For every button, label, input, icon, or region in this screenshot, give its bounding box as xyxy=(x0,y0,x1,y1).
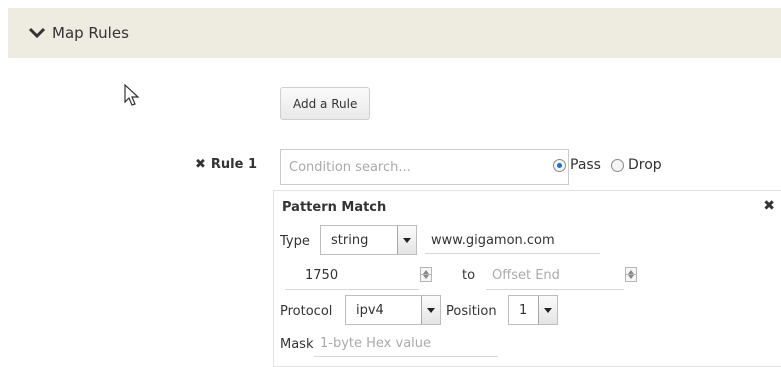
chevron-down-icon xyxy=(538,296,557,324)
to-label: to xyxy=(462,268,476,283)
rule-label: ✖ Rule 1 xyxy=(195,157,257,172)
chevron-down-icon xyxy=(28,27,46,39)
mask-field[interactable]: 1-byte Hex value xyxy=(314,331,498,357)
type-select[interactable]: string xyxy=(320,225,417,255)
section-title: Map Rules xyxy=(52,24,129,42)
type-label: Type xyxy=(280,234,310,249)
drop-radio[interactable] xyxy=(610,158,624,172)
map-rules-header[interactable]: Map Rules xyxy=(8,8,781,58)
position-label: Position xyxy=(446,304,497,319)
offset-end-field[interactable]: Offset End xyxy=(486,262,624,290)
close-icon[interactable]: ✖ xyxy=(763,198,775,214)
offset-start-field[interactable]: 1750 xyxy=(285,262,419,290)
mask-label: Mask xyxy=(280,337,314,352)
remove-rule-icon[interactable]: ✖ xyxy=(195,157,206,172)
pattern-value-field[interactable]: www.gigamon.com xyxy=(425,228,600,254)
drop-label: Drop xyxy=(627,157,662,173)
offset-end-spinner[interactable] xyxy=(625,267,637,282)
pattern-match-title: Pattern Match xyxy=(282,200,387,215)
rule-name: Rule 1 xyxy=(210,157,258,172)
type-select-value: string xyxy=(331,232,369,248)
pass-radio[interactable] xyxy=(553,158,566,172)
condition-search-input[interactable]: Condition search... xyxy=(280,149,569,185)
protocol-select-value: ipv4 xyxy=(356,302,384,318)
pass-label: Pass xyxy=(570,157,601,173)
mouse-cursor-icon xyxy=(124,84,140,106)
pass-option[interactable]: Pass xyxy=(553,157,601,173)
add-rule-button[interactable]: Add a Rule xyxy=(280,87,371,120)
rule-action-radios: Pass Drop xyxy=(553,157,672,173)
position-select-value: 1 xyxy=(519,302,528,318)
chevron-down-icon xyxy=(421,296,440,324)
protocol-select[interactable]: ipv4 xyxy=(345,295,441,325)
position-select[interactable]: 1 xyxy=(508,295,558,325)
offset-start-spinner[interactable] xyxy=(420,267,432,282)
protocol-label: Protocol xyxy=(280,304,333,319)
chevron-down-icon xyxy=(397,226,416,254)
drop-option[interactable]: Drop xyxy=(610,157,662,173)
